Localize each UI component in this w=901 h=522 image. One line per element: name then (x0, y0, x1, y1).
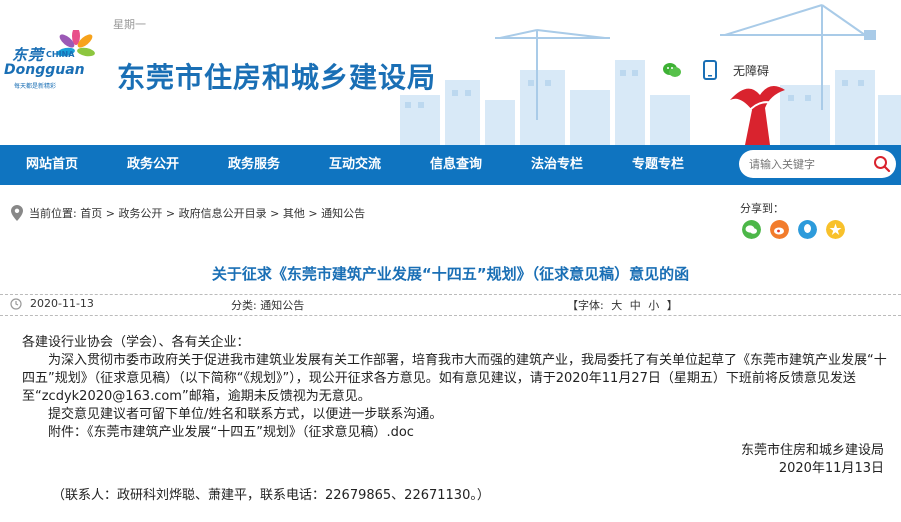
font-size-medium[interactable]: 中 (630, 299, 641, 312)
search-icon[interactable] (873, 155, 891, 173)
article-category: 分类: 通知公告 (231, 297, 304, 313)
wechat-share-icon[interactable] (742, 220, 761, 239)
nav-special-topics[interactable]: 专题专栏 (632, 145, 684, 185)
mobile-icon[interactable] (703, 60, 717, 80)
font-size-control: 【字体: 大 中 小 】 (565, 297, 680, 313)
site-header: 星期一 东莞 CHINA Dongguan 每天都是新精彩 东莞市住房和城乡建设… (0, 0, 901, 145)
breadcrumb-item-catalog[interactable]: 政府信息公开目录 (179, 207, 267, 220)
location-pin-icon (11, 205, 23, 221)
breadcrumb-item-gov-affairs[interactable]: 政务公开 (118, 207, 162, 220)
article-body: 各建设行业协会（学会）、各有关企业： 为深入贯彻市委市政府关于促进我市建筑业发展… (22, 334, 892, 505)
font-size-large[interactable]: 大 (611, 299, 622, 312)
clock-icon (10, 298, 22, 310)
logo-text-china: CHINA (46, 50, 75, 59)
publish-date: 2020-11-13 (30, 297, 94, 310)
breadcrumb-sep: > (102, 207, 119, 220)
contact-info: （联系人：政研科刘烨聪、萧建平，联系电话：22679865、22671130。） (52, 488, 490, 503)
signature-date: 2020年11月13日 (778, 461, 884, 476)
nav-home[interactable]: 网站首页 (26, 145, 78, 185)
wechat-icon[interactable] (663, 62, 681, 78)
weibo-share-icon[interactable] (770, 220, 789, 239)
nav-rule-of-law[interactable]: 法治专栏 (531, 145, 583, 185)
nav-interaction[interactable]: 互动交流 (329, 145, 381, 185)
article-title: 关于征求《东莞市建筑产业发展“十四五”规划》（征求意见稿）意见的函 (211, 265, 690, 283)
logo-slogan: 每天都是新精彩 (14, 83, 57, 90)
font-size-small[interactable]: 小 (648, 299, 659, 312)
breadcrumb-label: 当前位置: (29, 207, 77, 220)
nav-info-query[interactable]: 信息查询 (430, 145, 482, 185)
logo-text-en: Dongguan (4, 62, 85, 78)
body-paragraph-2: 提交意见建议者可留下单位/姓名和联系方式，以便进一步联系沟通。 (48, 407, 443, 422)
salutation: 各建设行业协会（学会）、各有关企业： (22, 335, 250, 350)
breadcrumb-sep: > (266, 207, 283, 220)
breadcrumb-item-notices[interactable]: 通知公告 (321, 207, 365, 220)
breadcrumb-item-home[interactable]: 首页 (80, 207, 102, 220)
nav-gov-affairs-open[interactable]: 政务公开 (127, 145, 179, 185)
attachment-link[interactable]: 附件：《东莞市建筑产业发展“十四五”规划》（征求意见稿）.doc (22, 424, 892, 442)
signature: 东莞市住房和城乡建设局 (740, 443, 884, 458)
accessibility-link[interactable]: 无障碍 (733, 62, 769, 79)
body-paragraph-1: 为深入贯彻市委市政府关于促进我市建筑业发展有关工作部署，培育我市大而强的建筑产业… (22, 353, 887, 404)
article-meta-bar (0, 294, 901, 316)
qq-share-icon[interactable] (798, 220, 817, 239)
date-strip: 星期一 (113, 18, 146, 31)
qzone-share-icon[interactable] (826, 220, 845, 239)
site-title[interactable]: 东莞市住房和城乡建设局 (117, 56, 436, 96)
search-box (739, 150, 896, 178)
font-size-label: 【字体: (567, 299, 604, 312)
breadcrumb-sep: > (162, 207, 179, 220)
search-input[interactable] (749, 154, 869, 174)
font-size-close: 】 (666, 299, 678, 312)
category-label: 分类: (231, 299, 257, 312)
nav-gov-services[interactable]: 政务服务 (228, 145, 280, 185)
breadcrumb: 当前位置: 首页 > 政务公开 > 政府信息公开目录 > 其他 > 通知公告 (29, 205, 365, 221)
breadcrumb-sep: > (304, 207, 322, 220)
category-value: 通知公告 (260, 299, 305, 312)
breadcrumb-item-other[interactable]: 其他 (283, 207, 305, 220)
share-label: 分享到： (740, 202, 784, 215)
